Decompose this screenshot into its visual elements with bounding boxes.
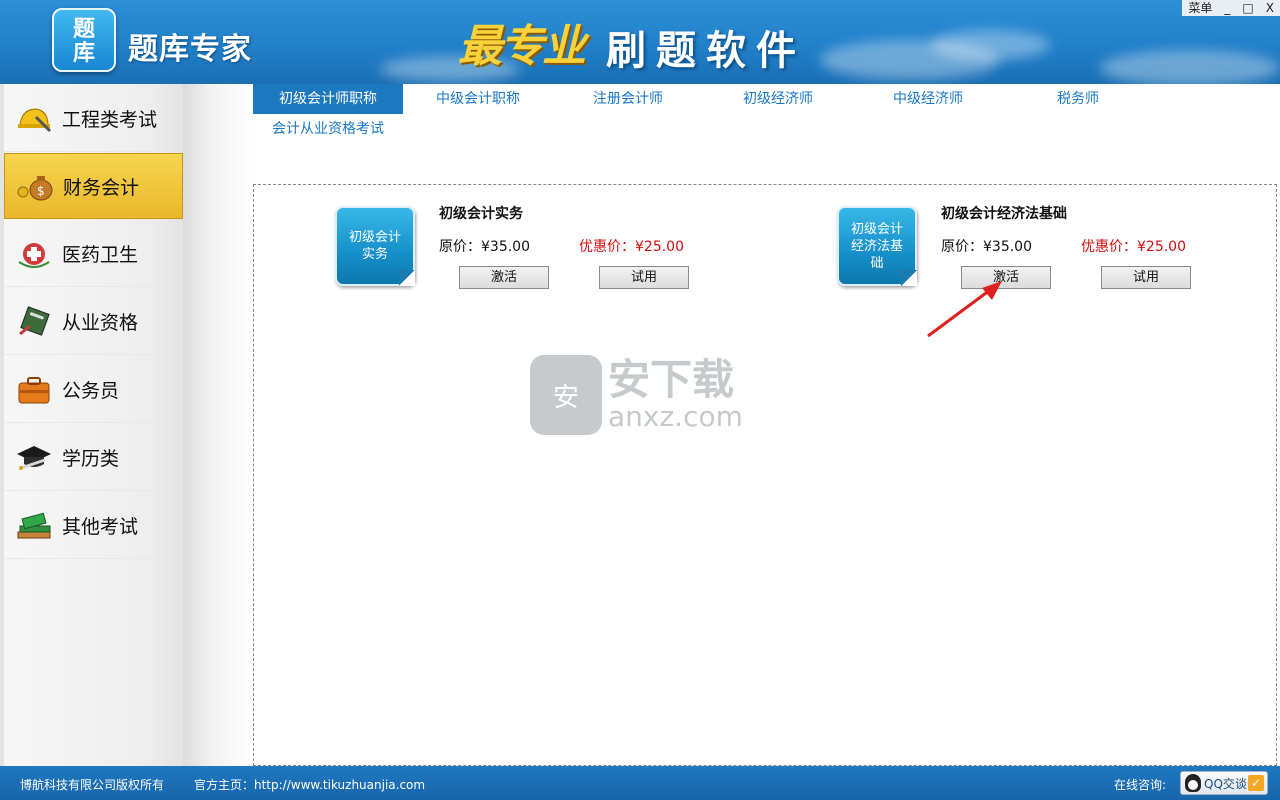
watermark-en: anxz.com bbox=[608, 400, 743, 433]
cloud-decoration bbox=[930, 30, 1050, 60]
sidebar-item-civil-servant[interactable]: 公务员 bbox=[4, 357, 183, 423]
sidebar-item-medical[interactable]: 医药卫生 bbox=[4, 221, 183, 287]
header-slogan: 刷题软件 bbox=[606, 28, 806, 74]
sidebar-item-qualification[interactable]: 从业资格 bbox=[4, 289, 183, 355]
qq-chat-button[interactable]: QQ交谈 ✓ bbox=[1180, 771, 1268, 795]
status-footer: 博航科技有限公司版权所有 官方主页：http://www.tikuzhuanji… bbox=[0, 766, 1280, 800]
maximize-button[interactable]: □ bbox=[1236, 0, 1259, 16]
sale-value: ¥25.00 bbox=[635, 239, 684, 255]
minimize-button[interactable]: _ bbox=[1218, 0, 1236, 16]
price-value: ¥35.00 bbox=[983, 239, 1032, 255]
sidebar-item-education[interactable]: 学历类 bbox=[4, 425, 183, 491]
sidebar-item-label: 学历类 bbox=[62, 448, 120, 470]
money-bag-icon: $ bbox=[15, 168, 55, 204]
app-header: 题 库 题库专家 最专业 刷题软件 菜单 _ □ X bbox=[0, 0, 1280, 84]
course-cover-text: 初级会计经济法基础 bbox=[850, 221, 903, 271]
graduation-cap-icon bbox=[14, 440, 54, 476]
window-controls: 菜单 _ □ X bbox=[1182, 0, 1280, 16]
sidebar-item-label: 财务会计 bbox=[63, 176, 140, 199]
tab-intermediate-accountant[interactable]: 中级会计职称 bbox=[403, 84, 553, 114]
red-arrow-annotation bbox=[927, 281, 1002, 338]
sidebar-shadow bbox=[183, 84, 253, 766]
sidebar-item-label: 从业资格 bbox=[62, 312, 139, 334]
sidebar-item-label: 医药卫生 bbox=[62, 244, 139, 266]
hard-hat-icon bbox=[14, 101, 54, 137]
qq-chat-label: QQ交谈 bbox=[1204, 776, 1247, 791]
logo-text-top: 题 bbox=[72, 17, 95, 42]
medical-icon bbox=[14, 236, 54, 272]
close-button[interactable]: X bbox=[1260, 0, 1280, 16]
consult-label: 在线咨询: bbox=[1114, 778, 1167, 792]
course-title: 初级会计实务 bbox=[439, 206, 523, 222]
course-cover-icon[interactable]: 初级会计实务 bbox=[335, 206, 415, 286]
watermark-cn: 安下载 bbox=[608, 355, 735, 404]
sidebar-item-label: 其他考试 bbox=[62, 516, 139, 538]
sale-label: 优惠价： bbox=[579, 239, 635, 255]
sidebar-item-other[interactable]: 其他考试 bbox=[4, 493, 183, 559]
brand-logo-art: 最专业 bbox=[458, 21, 586, 72]
menu-button[interactable]: 菜单 bbox=[1182, 0, 1218, 16]
logo-text-bottom: 库 bbox=[72, 41, 95, 66]
sale-price: 优惠价：¥25.00 bbox=[1081, 236, 1186, 256]
tab-accounting-qualification[interactable]: 会计从业资格考试 bbox=[253, 114, 403, 144]
cloud-decoration bbox=[1100, 50, 1280, 84]
sale-label: 优惠价： bbox=[1081, 239, 1137, 255]
certificate-icon bbox=[14, 304, 54, 340]
shield-icon: 安 bbox=[530, 355, 602, 435]
sale-value: ¥25.00 bbox=[1137, 239, 1186, 255]
tab-intermediate-economist[interactable]: 中级经济师 bbox=[853, 84, 1003, 114]
trial-button[interactable]: 试用 bbox=[1101, 266, 1191, 289]
course-cover-icon[interactable]: 初级会计经济法基础 bbox=[837, 206, 917, 286]
briefcase-icon bbox=[14, 372, 54, 408]
copyright-text: 博航科技有限公司版权所有 bbox=[20, 778, 165, 792]
price-label: 原价： bbox=[439, 239, 481, 255]
tab-tax-advisor[interactable]: 税务师 bbox=[1003, 84, 1153, 114]
app-logo: 题 库 bbox=[52, 8, 116, 72]
price-label: 原价： bbox=[941, 239, 983, 255]
tab-cpa[interactable]: 注册会计师 bbox=[553, 84, 703, 114]
sidebar-item-label: 工程类考试 bbox=[62, 109, 158, 131]
check-icon: ✓ bbox=[1248, 775, 1264, 791]
sidebar-item-label: 公务员 bbox=[62, 380, 120, 402]
course-title: 初级会计经济法基础 bbox=[941, 206, 1067, 222]
homepage-link[interactable]: 官方主页：http://www.tikuzhuanjia.com bbox=[194, 776, 425, 793]
app-title: 题库专家 bbox=[128, 32, 252, 67]
svg-text:$: $ bbox=[37, 184, 45, 198]
original-price: 原价：¥35.00 bbox=[439, 236, 530, 256]
original-price: 原价：¥35.00 bbox=[941, 236, 1032, 256]
trial-button[interactable]: 试用 bbox=[599, 266, 689, 289]
course-cover-text: 初级会计实务 bbox=[348, 230, 401, 262]
books-icon bbox=[14, 508, 54, 544]
tab-junior-accountant[interactable]: 初级会计师职称 bbox=[253, 84, 403, 114]
sale-price: 优惠价：¥25.00 bbox=[579, 236, 684, 256]
qq-penguin-icon bbox=[1185, 774, 1201, 792]
sidebar-item-finance[interactable]: $ 财务会计 bbox=[4, 153, 183, 219]
tab-junior-economist[interactable]: 初级经济师 bbox=[703, 84, 853, 114]
activate-button[interactable]: 激活 bbox=[459, 266, 549, 289]
price-value: ¥35.00 bbox=[481, 239, 530, 255]
watermark: 安 安下载 anxz.com bbox=[530, 355, 743, 435]
sidebar-item-engineering[interactable]: 工程类考试 bbox=[4, 86, 183, 152]
